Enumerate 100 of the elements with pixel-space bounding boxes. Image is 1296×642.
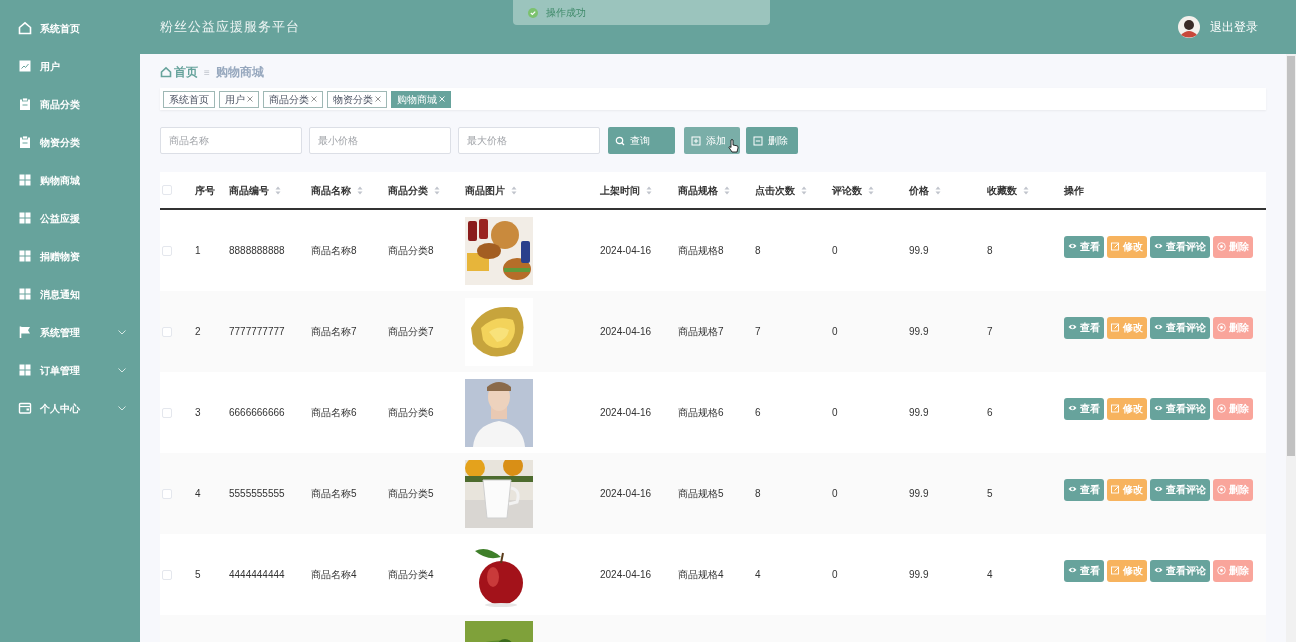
table-cell-text: 6666666666	[229, 406, 285, 420]
button[interactable]: 删除	[1213, 235, 1253, 258]
checkbox[interactable]	[162, 326, 172, 337]
button[interactable]: 查看	[1064, 559, 1104, 582]
sidebar-item[interactable]: 捐赠物资	[0, 237, 140, 275]
clipboard-icon	[18, 97, 32, 111]
sort-icon[interactable]	[868, 185, 874, 195]
tab[interactable]: 购物商城	[391, 90, 451, 108]
sort-icon[interactable]	[724, 185, 730, 195]
sort-icon[interactable]	[357, 185, 363, 195]
sort-icon[interactable]	[646, 185, 652, 195]
column-header[interactable]: 商品规格	[678, 182, 718, 198]
chevron-down-icon	[118, 329, 126, 335]
button[interactable]: 查看	[1064, 316, 1104, 339]
sort-icon[interactable]	[511, 185, 517, 195]
tab[interactable]: 商品分类	[263, 90, 323, 108]
plus-icon	[691, 135, 701, 146]
button[interactable]: 添加	[684, 127, 740, 154]
table-cell-text: 商品规格4	[678, 568, 724, 582]
table-cell-text: 0	[832, 325, 838, 339]
button[interactable]: 查看	[1064, 235, 1104, 258]
sort-icon[interactable]	[434, 185, 440, 195]
input-field[interactable]: 最大价格	[458, 127, 600, 154]
breadcrumb-link[interactable]: 首页	[174, 63, 198, 81]
sort-icon[interactable]	[275, 185, 281, 195]
column-header: 操作	[1064, 183, 1084, 198]
breadcrumb-separator: ≡	[204, 65, 210, 80]
column-header[interactable]: 商品名称	[311, 182, 351, 198]
button[interactable]: 删除	[1213, 478, 1253, 501]
index-cell-text: 1	[195, 244, 201, 258]
eye-icon	[1154, 485, 1163, 494]
button[interactable]: 查看评论	[1150, 478, 1210, 501]
index-cell-text: 2	[195, 325, 201, 339]
sidebar-item[interactable]: 订单管理	[0, 351, 140, 389]
column-header[interactable]: 评论数	[832, 182, 862, 198]
flag-icon	[18, 325, 32, 339]
button[interactable]: 查看评论	[1150, 397, 1210, 420]
eye-icon	[1154, 566, 1163, 575]
close-icon[interactable]	[375, 96, 381, 102]
sort-icon[interactable]	[1023, 185, 1029, 195]
table-cell-text: 6	[987, 406, 993, 420]
sidebar-item[interactable]: 物资分类	[0, 123, 140, 161]
column-header[interactable]: 商品图片	[465, 182, 505, 198]
button[interactable]: 查询	[608, 127, 675, 154]
table-cell-text: 2024-04-16	[600, 406, 652, 420]
sidebar-item[interactable]: 公益应援	[0, 199, 140, 237]
checkbox[interactable]	[162, 569, 172, 580]
scrollbar[interactable]	[1286, 54, 1296, 642]
checkbox[interactable]	[162, 245, 172, 256]
button[interactable]: 修改	[1107, 559, 1147, 582]
button[interactable]: 修改	[1107, 397, 1147, 420]
sidebar-item[interactable]: 商品分类	[0, 85, 140, 123]
button[interactable]: 查看	[1064, 397, 1104, 420]
button[interactable]: 删除	[1213, 559, 1253, 582]
column-header[interactable]: 商品分类	[388, 182, 428, 198]
checkbox[interactable]	[162, 407, 172, 418]
sort-icon[interactable]	[935, 185, 941, 195]
sidebar-item[interactable]: 系统首页	[0, 9, 140, 47]
button[interactable]: 修改	[1107, 316, 1147, 339]
tab[interactable]: 系统首页	[163, 90, 215, 108]
button[interactable]: 删除	[746, 127, 798, 154]
tab[interactable]: 物资分类	[327, 90, 387, 108]
sidebar-item[interactable]: 个人中心	[0, 389, 140, 427]
column-header[interactable]: 上架时间	[600, 182, 640, 198]
table-cell-text: 商品名称7	[311, 325, 357, 339]
logout-link[interactable]: 退出登录	[1210, 18, 1258, 36]
eye-icon	[1068, 485, 1077, 494]
button[interactable]: 查看	[1064, 478, 1104, 501]
button[interactable]: 查看评论	[1150, 316, 1210, 339]
button[interactable]: 修改	[1107, 235, 1147, 258]
table-cell-text: 2024-04-16	[600, 244, 652, 258]
edit-icon	[1111, 323, 1120, 332]
table-cell-text: 2024-04-16	[600, 487, 652, 501]
input-field[interactable]: 商品名称	[160, 127, 302, 154]
table-cell-text: 商品规格7	[678, 325, 724, 339]
tab[interactable]: 用户	[219, 90, 259, 108]
button[interactable]: 修改	[1107, 478, 1147, 501]
app-title: 粉丝公益应援服务平台	[160, 18, 300, 37]
checkbox[interactable]	[162, 185, 172, 195]
column-header[interactable]: 点击次数	[755, 182, 795, 198]
sidebar-item[interactable]: 用户	[0, 47, 140, 85]
button[interactable]: 查看评论	[1150, 559, 1210, 582]
close-icon[interactable]	[311, 96, 317, 102]
sort-icon[interactable]	[801, 185, 807, 195]
table-cell-text: 商品规格5	[678, 487, 724, 501]
grid-icon	[18, 287, 32, 301]
sidebar-item[interactable]: 消息通知	[0, 275, 140, 313]
delete-icon	[1217, 485, 1226, 494]
sidebar-item[interactable]: 购物商城	[0, 161, 140, 199]
input-field[interactable]: 最小价格	[309, 127, 451, 154]
checkbox[interactable]	[162, 488, 172, 499]
eye-icon	[1068, 566, 1077, 575]
button[interactable]: 删除	[1213, 397, 1253, 420]
column-header[interactable]: 价格	[909, 182, 929, 198]
column-header[interactable]: 收藏数	[987, 182, 1017, 198]
sidebar-item[interactable]: 系统管理	[0, 313, 140, 351]
close-icon[interactable]	[247, 96, 253, 102]
button[interactable]: 删除	[1213, 316, 1253, 339]
button[interactable]: 查看评论	[1150, 235, 1210, 258]
column-header[interactable]: 商品编号	[229, 182, 269, 198]
